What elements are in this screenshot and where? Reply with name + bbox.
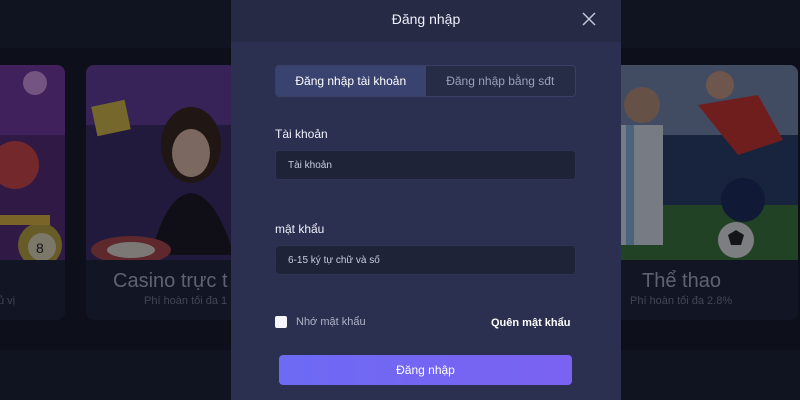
password-label: mật khẩu [275,222,325,236]
forgot-password-link[interactable]: Quên mật khẩu [491,317,570,329]
modal-title: Đăng nhập [391,11,461,27]
account-input[interactable] [275,150,576,180]
login-tabs: Đăng nhập tài khoản Đăng nhập bằng sđt [275,65,576,97]
close-icon[interactable] [581,11,597,27]
remember-password[interactable]: Nhớ mật khẩu [275,316,366,328]
remember-label: Nhớ mật khẩu [296,316,366,328]
password-input[interactable] [275,245,576,275]
remember-checkbox[interactable] [275,316,287,328]
modal-header: Đăng nhập [231,0,621,42]
account-label: Tài khoản [275,127,328,141]
login-button[interactable]: Đăng nhập [279,355,572,385]
tab-account-login[interactable]: Đăng nhập tài khoản [276,66,426,96]
tab-phone-login[interactable]: Đăng nhập bằng sđt [426,66,576,96]
login-modal: Đăng nhập Đăng nhập tài khoản Đăng nhập … [231,0,621,400]
